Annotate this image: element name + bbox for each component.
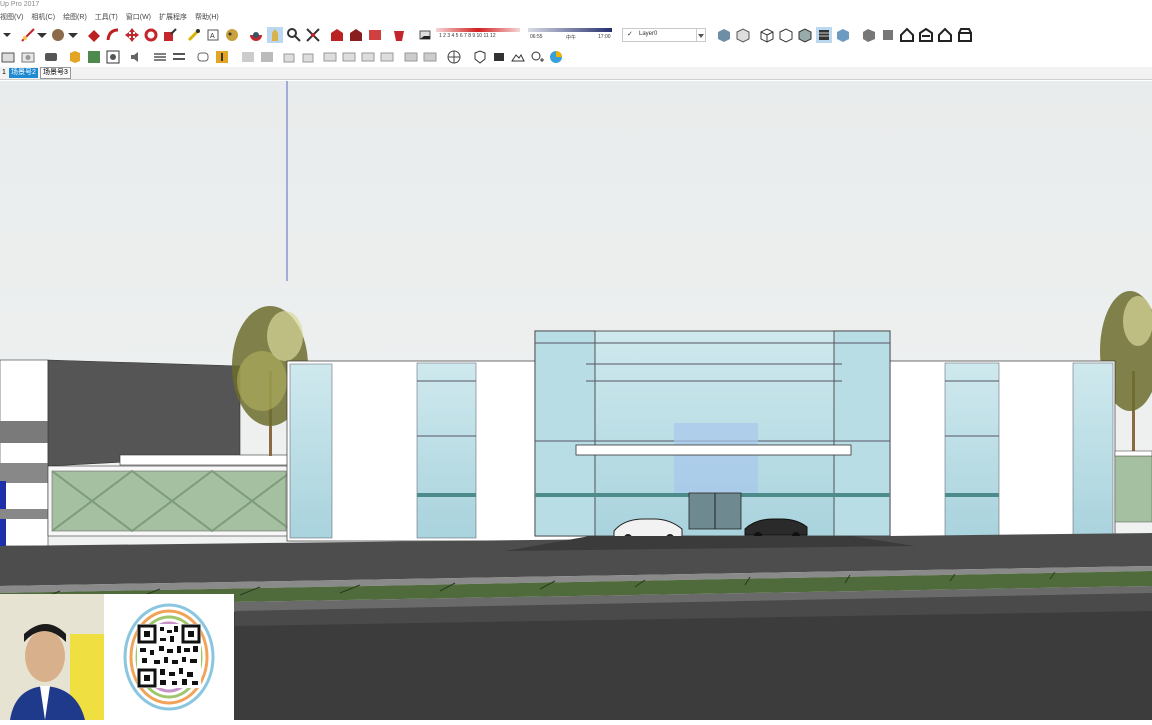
shadow-time-end: 17:00 <box>598 34 611 40</box>
shaded-icon[interactable] <box>797 27 813 43</box>
webcam-overlay <box>0 594 104 720</box>
line-dropdown-icon[interactable] <box>34 27 47 43</box>
geo-location-icon[interactable] <box>446 49 462 65</box>
main-toolbar: A 1 2 3 4 5 6 7 8 9 10 11 12 06:55 中午 17… <box>0 24 1152 46</box>
layout-icon[interactable] <box>403 49 419 65</box>
scene-tab-2[interactable]: 场景号2 <box>9 68 38 78</box>
film-icon[interactable] <box>195 49 211 65</box>
tape-measure-icon[interactable] <box>186 27 202 43</box>
scene-tab-3[interactable]: 场景号3 <box>40 67 71 79</box>
menu-camera[interactable]: 相机(C) <box>31 11 55 24</box>
subtract-icon[interactable] <box>322 49 338 65</box>
add-location-icon[interactable] <box>472 49 488 65</box>
style-builder-icon[interactable] <box>422 49 438 65</box>
monochrome-icon[interactable] <box>835 27 851 43</box>
terrain-icon[interactable] <box>510 49 526 65</box>
user-add-icon[interactable] <box>529 49 545 65</box>
scene-tabs: 1 场景号2 场景号3 <box>0 67 1152 80</box>
shadows-toggle-icon[interactable] <box>417 27 433 43</box>
scale-icon[interactable] <box>162 27 178 43</box>
preview-icon[interactable] <box>379 49 395 65</box>
layer-check-icon: ✓ <box>627 31 633 38</box>
iso-view-icon[interactable] <box>861 27 877 43</box>
menu-bar: 视图(V) 相机(C) 绘图(R) 工具(T) 窗口(W) 扩展程序 帮助(H) <box>0 11 1152 24</box>
circle-tool-icon[interactable] <box>50 27 66 43</box>
shadow-time-gradient <box>528 28 612 32</box>
secondary-toolbar <box>0 46 1152 67</box>
zoom-icon[interactable] <box>286 27 302 43</box>
dimension-icon[interactable]: A <box>205 27 221 43</box>
info-icon[interactable] <box>214 49 230 65</box>
layer-select[interactable]: ✓ Layer0 <box>622 28 706 42</box>
chevron-down-icon <box>696 29 705 41</box>
path-icon[interactable] <box>171 49 187 65</box>
orbit-icon[interactable] <box>248 27 264 43</box>
extension-warehouse-icon[interactable] <box>391 27 407 43</box>
route-icon[interactable] <box>152 49 168 65</box>
shadow-time-mid: 中午 <box>566 35 577 41</box>
select-icon[interactable] <box>0 49 16 65</box>
camera-icon[interactable] <box>20 49 36 65</box>
layer-name: Layer0 <box>639 31 658 37</box>
menu-help[interactable]: 帮助(H) <box>195 11 219 24</box>
get-models-icon[interactable] <box>348 27 364 43</box>
trim-icon[interactable] <box>341 49 357 65</box>
menu-view[interactable]: 视图(V) <box>0 11 23 24</box>
shadow-date-slider[interactable]: 1 2 3 4 5 6 7 8 9 10 11 12 <box>436 28 522 42</box>
menu-extensions[interactable]: 扩展程序 <box>159 11 187 24</box>
follow-me-icon[interactable] <box>105 27 121 43</box>
union-icon[interactable] <box>300 49 316 65</box>
shadow-month-labels: 1 2 3 4 5 6 7 8 9 10 11 12 <box>439 33 496 39</box>
push-pull-icon[interactable] <box>86 27 102 43</box>
split-icon[interactable] <box>360 49 376 65</box>
right-view-icon[interactable] <box>937 27 953 43</box>
hidden-line-icon[interactable] <box>778 27 794 43</box>
outer-shell-icon[interactable] <box>259 49 275 65</box>
qr-code-card <box>104 594 234 720</box>
menu-tools[interactable]: 工具(T) <box>95 11 118 24</box>
title-bar: Up Pro 2017 <box>0 0 1152 11</box>
scene-tab-1[interactable]: 1 <box>0 68 8 78</box>
move-icon[interactable] <box>124 27 140 43</box>
rotate-icon[interactable] <box>143 27 159 43</box>
front-view-icon[interactable] <box>918 27 934 43</box>
shadow-time-start: 06:55 <box>530 34 543 40</box>
photo-texture-icon[interactable] <box>491 49 507 65</box>
shadow-month-gradient <box>436 28 520 32</box>
section-icon[interactable] <box>105 49 121 65</box>
shadow-time-slider[interactable]: 06:55 中午 17:00 <box>528 28 614 42</box>
xray-icon[interactable] <box>716 27 732 43</box>
app-title: Up Pro 2017 <box>0 1 40 8</box>
svg-text:A: A <box>210 33 215 40</box>
menu-draw[interactable]: 绘图(R) <box>63 11 87 24</box>
trimble-connect-icon[interactable] <box>548 49 564 65</box>
back-view-icon[interactable] <box>957 27 973 43</box>
walk-icon[interactable] <box>43 49 59 65</box>
home-icon[interactable] <box>899 27 915 43</box>
circle-dropdown-icon[interactable] <box>65 27 78 43</box>
presenter-avatar <box>0 594 104 720</box>
component-icon[interactable] <box>67 49 83 65</box>
sound-icon[interactable] <box>129 49 145 65</box>
zoom-extents-icon[interactable] <box>305 27 321 43</box>
top-view-icon[interactable] <box>880 27 896 43</box>
intersect-icon[interactable] <box>281 49 297 65</box>
menu-window[interactable]: 窗口(W) <box>126 11 151 24</box>
pan-icon[interactable] <box>267 27 283 43</box>
sandbox-icon[interactable] <box>86 49 102 65</box>
share-model-icon[interactable] <box>367 27 383 43</box>
shaded-textures-icon[interactable] <box>816 27 832 43</box>
paint-bucket-icon[interactable] <box>224 27 240 43</box>
back-edges-icon[interactable] <box>735 27 751 43</box>
pencil-dropdown-icon[interactable] <box>0 27 12 43</box>
qr-code-icon <box>123 603 215 711</box>
main-building <box>286 330 1152 542</box>
solid-tools-icon[interactable] <box>240 49 256 65</box>
warehouse-icon[interactable] <box>329 27 345 43</box>
wireframe-icon[interactable] <box>759 27 775 43</box>
